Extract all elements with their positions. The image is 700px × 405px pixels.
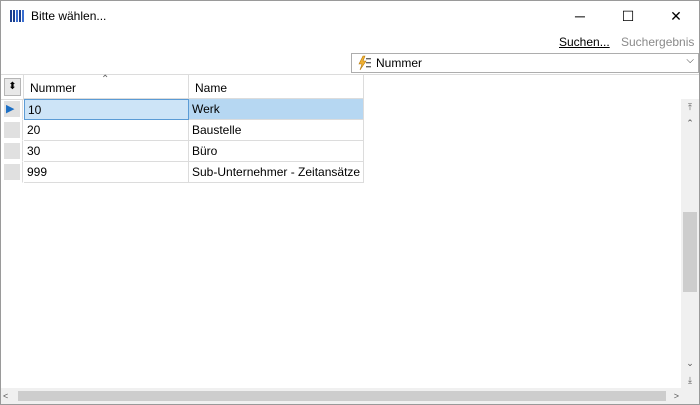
scrollbar-corner xyxy=(681,388,699,404)
cell-nummer[interactable]: 999 xyxy=(24,162,189,183)
field-select-value: Nummer xyxy=(376,56,423,70)
cell-nummer[interactable]: 20 xyxy=(24,120,189,141)
maximize-icon: ☐ xyxy=(621,8,635,24)
app-grid-icon xyxy=(10,10,24,22)
row-header[interactable]: ▶ xyxy=(1,99,23,120)
table-row[interactable]: 30 Büro xyxy=(1,141,364,162)
cell-nummer[interactable]: 10 xyxy=(24,99,189,120)
close-button[interactable]: ✕ xyxy=(653,1,699,32)
minimize-icon: ─ xyxy=(575,8,585,24)
scroll-right-icon[interactable]: > xyxy=(674,388,679,404)
field-select[interactable]: Nummer ⌵ xyxy=(351,53,699,73)
table-row[interactable]: 20 Baustelle xyxy=(1,120,364,141)
cell-name[interactable]: Sub-Unternehmer - Zeitansätze xyxy=(189,162,364,183)
selection-dialog: Bitte wählen... ─ ☐ ✕ Suchen... Sucherge… xyxy=(0,0,700,405)
cell-name[interactable]: Werk xyxy=(189,99,364,120)
scroll-to-top-icon[interactable]: ⤒ xyxy=(681,99,699,115)
column-header-label: Nummer xyxy=(30,81,77,95)
maximize-button[interactable]: ☐ xyxy=(605,1,651,32)
minimize-button[interactable]: ─ xyxy=(557,1,603,32)
scroll-up-icon[interactable]: ⌃ xyxy=(681,115,699,131)
column-header-nummer[interactable]: ⌃ Nummer xyxy=(24,74,189,99)
search-label: Suchen... xyxy=(559,35,610,49)
vertical-scrollbar[interactable]: ⤒ ⌃ ⌄ ⤓ xyxy=(681,99,699,388)
close-icon: ✕ xyxy=(670,8,682,24)
cell-name[interactable]: Baustelle xyxy=(189,120,364,141)
header-row: ⬍ ⌃ Nummer Name xyxy=(1,74,364,100)
row-header[interactable] xyxy=(1,141,23,162)
row-pointer-icon: ▶ xyxy=(6,103,15,115)
cell-nummer[interactable]: 30 xyxy=(24,141,189,162)
cell-name[interactable]: Büro xyxy=(189,141,364,162)
lightning-list-icon xyxy=(358,55,371,71)
row-header[interactable] xyxy=(1,162,23,183)
chevron-down-icon: ⌵ xyxy=(686,55,694,66)
row-header[interactable] xyxy=(1,120,23,141)
sort-asc-icon: ⌃ xyxy=(101,74,110,85)
column-header-label: Name xyxy=(195,81,228,95)
scroll-down-icon[interactable]: ⌄ xyxy=(681,355,699,371)
row-header-box xyxy=(4,143,20,159)
table-row[interactable]: ▶ 10 Werk xyxy=(1,99,364,120)
table-row[interactable]: 999 Sub-Unternehmer - Zeitansätze xyxy=(1,162,364,183)
scroll-left-icon[interactable]: < xyxy=(3,388,8,404)
toolbar: Suchen... Suchergebnis xyxy=(1,32,699,53)
search-button[interactable]: Suchen... xyxy=(559,35,610,49)
scroll-to-bottom-icon[interactable]: ⤓ xyxy=(681,372,699,388)
data-grid: ⬍ ⌃ Nummer Name ▶ 10 Werk 20 Baustelle 3… xyxy=(1,74,681,388)
row-header-box xyxy=(4,122,20,138)
row-header-box xyxy=(4,164,20,180)
horizontal-scroll-thumb[interactable] xyxy=(18,391,666,401)
column-header-name[interactable]: Name xyxy=(189,75,364,99)
search-result-button[interactable]: Suchergebnis xyxy=(621,35,694,49)
window-title: Bitte wählen... xyxy=(31,9,107,23)
title-bar: Bitte wählen... ─ ☐ ✕ xyxy=(1,1,699,32)
vertical-scroll-thumb[interactable] xyxy=(683,212,697,292)
grid-corner[interactable]: ⬍ xyxy=(1,75,24,100)
horizontal-scrollbar[interactable]: < > xyxy=(1,388,681,404)
sort-toggle-icon: ⬍ xyxy=(4,78,21,96)
